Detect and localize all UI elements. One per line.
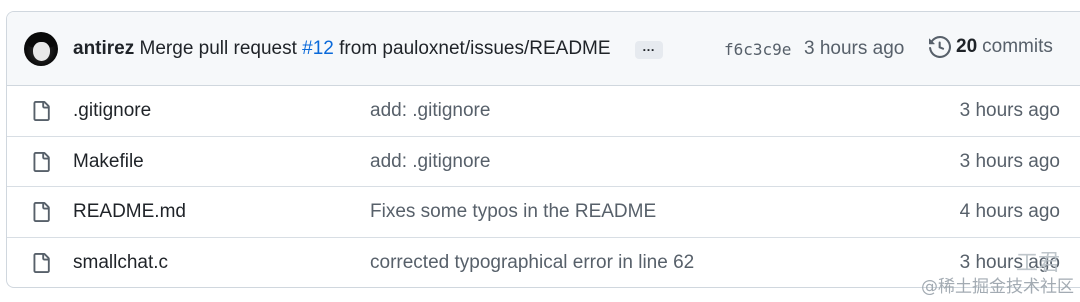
file-icon (33, 252, 50, 273)
commit-sha[interactable]: f6c3c9e (724, 40, 791, 59)
commit-message-suffix[interactable]: from pauloxnet/issues/README (334, 38, 610, 59)
latest-commit-header: antirez Merge pull request #12 from paul… (7, 12, 1080, 86)
commits-label: commits (982, 36, 1053, 57)
file-row: .gitignore add: .gitignore 3 hours ago (7, 86, 1080, 137)
author-avatar[interactable] (24, 32, 58, 66)
file-time: 3 hours ago (959, 150, 1060, 172)
file-name[interactable]: README.md (73, 201, 186, 223)
file-row: README.md Fixes some typos in the README… (7, 187, 1080, 238)
file-row: smallchat.c corrected typographical erro… (7, 238, 1080, 288)
file-time: 4 hours ago (959, 201, 1060, 222)
file-commit-message[interactable]: add: .gitignore (370, 151, 490, 173)
watermark: 工君 @稀土掘金技术社区 (921, 251, 1074, 298)
file-commit-message[interactable]: corrected typographical error in line 62 (370, 252, 694, 274)
file-row: Makefile add: .gitignore 3 hours ago (7, 137, 1080, 187)
history-icon (929, 36, 951, 58)
file-commit-message[interactable]: add: .gitignore (370, 100, 490, 122)
file-list-box: antirez Merge pull request #12 from paul… (6, 11, 1080, 288)
watermark-logo-text: 工君 (1015, 250, 1060, 276)
commit-time: 3 hours ago (804, 38, 905, 59)
file-icon (33, 151, 50, 172)
commit-author[interactable]: antirez (73, 38, 134, 59)
commits-history-link[interactable]: 20 commits (929, 36, 1053, 58)
commit-summary: antirez Merge pull request #12 from paul… (73, 38, 611, 60)
commit-count: 20 (956, 36, 978, 57)
expand-commit-message-button[interactable]: … (635, 40, 663, 59)
file-name[interactable]: smallchat.c (73, 252, 168, 274)
file-icon (33, 202, 50, 222)
pull-request-link[interactable]: #12 (302, 38, 334, 59)
file-time: 3 hours ago (959, 100, 1060, 121)
file-icon (33, 101, 50, 121)
file-name[interactable]: Makefile (73, 151, 144, 173)
commit-message-prefix[interactable]: Merge pull request (134, 38, 302, 59)
file-name[interactable]: .gitignore (73, 100, 151, 122)
file-commit-message[interactable]: Fixes some typos in the README (370, 201, 656, 223)
watermark-text: @稀土掘金技术社区 (921, 277, 1074, 298)
